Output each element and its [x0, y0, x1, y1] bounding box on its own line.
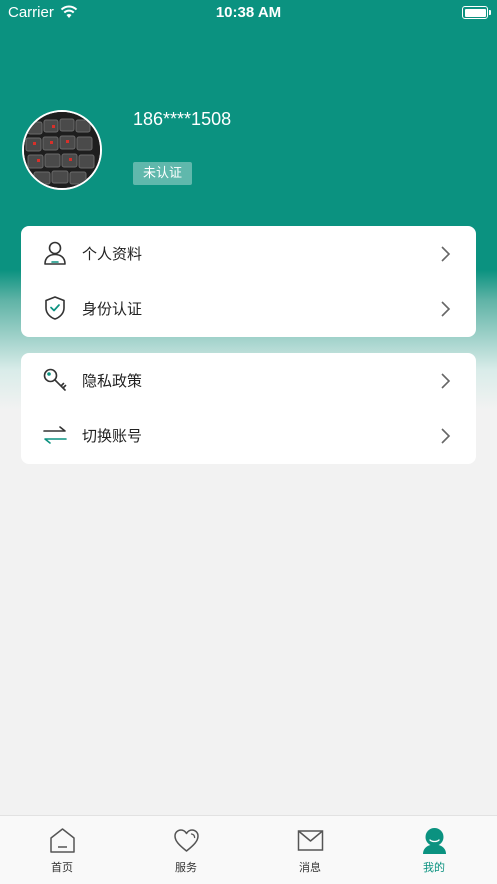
- tab-messages[interactable]: 消息: [248, 816, 372, 884]
- menu-item-privacy[interactable]: 隐私政策: [21, 353, 476, 408]
- menu-item-switch-account[interactable]: 切换账号: [21, 408, 476, 463]
- chevron-right-icon: [441, 246, 451, 262]
- profile-icon: [423, 828, 446, 854]
- tab-messages-label: 消息: [299, 861, 321, 874]
- battery-icon: [462, 6, 491, 19]
- menu-card-settings: 隐私政策 切换账号: [21, 353, 476, 464]
- tab-services[interactable]: 服务: [124, 816, 248, 884]
- status-time: 10:38 AM: [215, 4, 282, 21]
- menu-item-profile[interactable]: 个人资料: [21, 226, 476, 281]
- menu-item-profile-label: 个人资料: [82, 245, 143, 263]
- switch-arrows-icon: [43, 426, 67, 444]
- chevron-right-icon: [441, 301, 451, 317]
- home-icon: [50, 828, 75, 853]
- verify-status-badge[interactable]: 未认证: [133, 162, 193, 185]
- menu-item-switch-account-label: 切换账号: [82, 427, 143, 445]
- chevron-right-icon: [441, 373, 451, 389]
- menu-item-identity[interactable]: 身份认证: [21, 281, 476, 336]
- menu-card-account: 个人资料 身份认证: [21, 226, 476, 337]
- status-bar: Carrier 10:38 AM: [0, 0, 497, 26]
- phone-number: 186****1508: [133, 109, 232, 129]
- key-icon: [43, 368, 67, 391]
- shield-check-icon: [45, 296, 65, 320]
- menu-item-identity-label: 身份认证: [82, 300, 143, 318]
- avatar-image: [24, 112, 100, 188]
- header-background: [0, 0, 497, 410]
- envelope-icon: [297, 830, 324, 851]
- tab-home[interactable]: 首页: [0, 816, 124, 884]
- tab-services-label: 服务: [175, 861, 197, 874]
- avatar[interactable]: [22, 110, 102, 190]
- tab-mine-label: 我的: [423, 861, 445, 874]
- heart-icon: [174, 829, 199, 852]
- chevron-right-icon: [441, 428, 451, 444]
- user-icon: [44, 241, 66, 265]
- tab-bar: 首页 服务 消息 我的: [0, 815, 497, 884]
- tab-home-label: 首页: [51, 861, 73, 874]
- menu-item-privacy-label: 隐私政策: [82, 372, 143, 390]
- tab-mine[interactable]: 我的: [372, 816, 496, 884]
